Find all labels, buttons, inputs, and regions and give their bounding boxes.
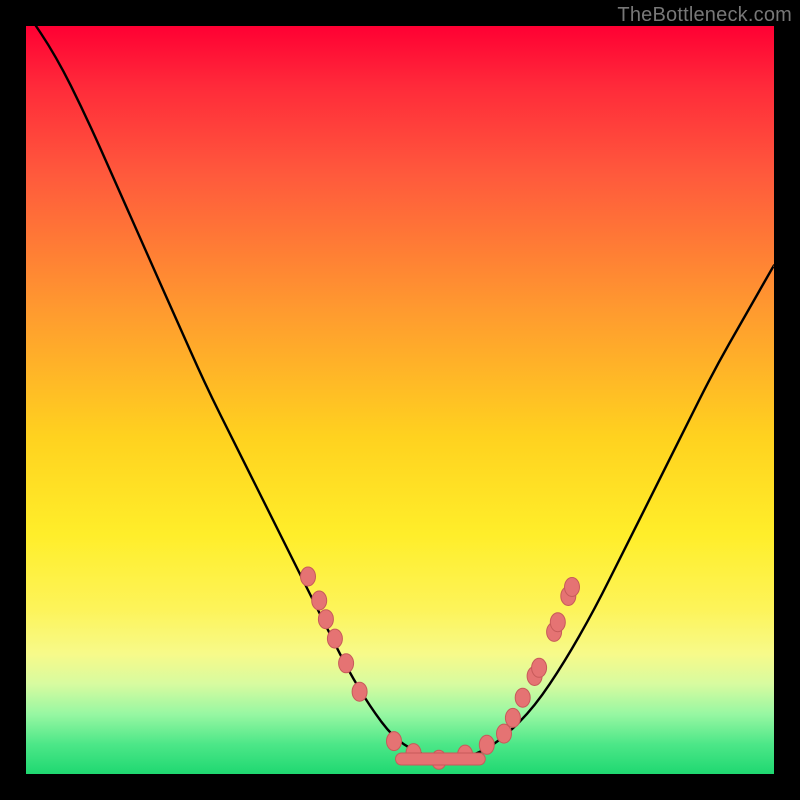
watermark-text: TheBottleneck.com xyxy=(617,4,792,27)
plot-area xyxy=(26,26,774,774)
marker-dot xyxy=(515,688,530,707)
marker-dot xyxy=(352,682,367,701)
marker-group xyxy=(301,567,580,769)
marker-dot xyxy=(312,591,327,610)
chart-frame: TheBottleneck.com xyxy=(0,0,800,800)
marker-dot xyxy=(339,654,354,673)
marker-dot xyxy=(505,708,520,727)
marker-dot xyxy=(406,744,421,763)
marker-dot xyxy=(327,629,342,648)
marker-dot xyxy=(431,750,446,769)
marker-dot xyxy=(497,724,512,743)
marker-dot xyxy=(458,745,473,764)
marker-dot xyxy=(527,667,542,686)
marker-dot xyxy=(387,732,402,751)
flat-minimum-bar xyxy=(396,753,486,765)
marker-dot xyxy=(565,578,580,597)
curve-layer xyxy=(26,26,774,774)
marker-dot xyxy=(301,567,316,586)
marker-dot xyxy=(561,587,576,606)
marker-dot xyxy=(479,735,494,754)
marker-dot xyxy=(318,610,333,629)
bottleneck-curve xyxy=(26,11,774,759)
marker-dot xyxy=(547,622,562,641)
marker-dot xyxy=(550,613,565,632)
marker-dot xyxy=(532,658,547,677)
